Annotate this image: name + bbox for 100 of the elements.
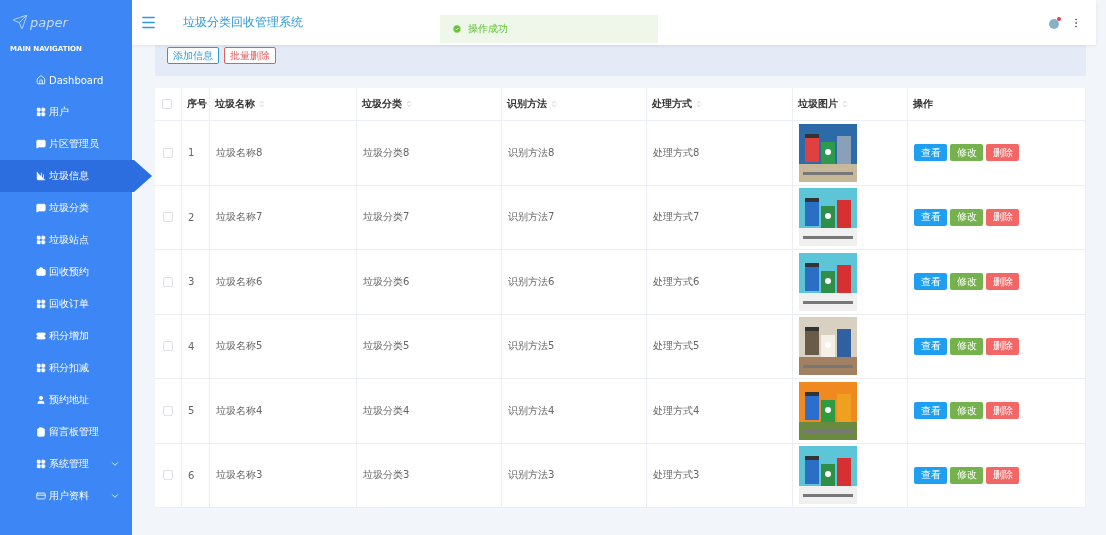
card-icon bbox=[36, 491, 46, 501]
delete-button[interactable]: 删除 bbox=[986, 466, 1019, 484]
table-cell: 2 bbox=[188, 211, 195, 223]
grid-icon bbox=[36, 235, 46, 245]
batch-delete-button[interactable]: 批量删除 bbox=[224, 47, 276, 64]
logo-text: paper bbox=[30, 14, 68, 30]
sidebar-item[interactable]: 垃圾站点 bbox=[0, 224, 132, 256]
column-header[interactable]: 垃圾分类 bbox=[362, 97, 402, 111]
column-header[interactable]: 垃圾图片 bbox=[798, 97, 838, 111]
sidebar-item[interactable]: 用户资料 bbox=[0, 480, 132, 512]
sidebar-item[interactable]: 积分扣减 bbox=[0, 352, 132, 384]
table-cell: 6 bbox=[188, 469, 195, 481]
row-checkbox[interactable] bbox=[163, 341, 173, 352]
table-cell: 处理方式6 bbox=[653, 274, 700, 289]
table-cell: 处理方式3 bbox=[653, 468, 700, 483]
row-checkbox[interactable] bbox=[163, 470, 173, 481]
table-cell: 识别方法6 bbox=[508, 274, 555, 289]
sidebar-item[interactable]: 预约地址 bbox=[0, 384, 132, 416]
table-cell: 识别方法4 bbox=[508, 403, 555, 418]
row-checkbox[interactable] bbox=[163, 276, 173, 287]
sort-icon[interactable] bbox=[405, 100, 413, 108]
table-cell: 垃圾分类4 bbox=[363, 403, 410, 418]
table-cell: 垃圾名称3 bbox=[216, 468, 263, 483]
ticket-icon bbox=[36, 331, 46, 341]
edit-button[interactable]: 修改 bbox=[950, 402, 983, 420]
table-cell: 识别方法7 bbox=[508, 210, 555, 225]
home-icon bbox=[36, 75, 46, 85]
view-button[interactable]: 查看 bbox=[914, 144, 947, 162]
table-cell: 垃圾名称8 bbox=[216, 145, 263, 160]
table-cell: 处理方式5 bbox=[653, 339, 700, 354]
chevron-icon bbox=[110, 491, 120, 501]
sidebar-item[interactable]: 回收订单 bbox=[0, 288, 132, 320]
chat-icon bbox=[36, 203, 46, 213]
table-cell: 处理方式8 bbox=[653, 145, 700, 160]
edit-button[interactable]: 修改 bbox=[950, 144, 983, 162]
table-cell: 识别方法5 bbox=[508, 339, 555, 354]
delete-button[interactable]: 删除 bbox=[986, 144, 1019, 162]
chat-icon bbox=[36, 139, 46, 149]
add-button[interactable]: 添加信息 bbox=[167, 47, 219, 64]
view-button[interactable]: 查看 bbox=[914, 337, 947, 355]
row-checkbox[interactable] bbox=[163, 405, 173, 416]
table-cell: 垃圾名称5 bbox=[216, 339, 263, 354]
column-header: 操作 bbox=[913, 97, 933, 111]
sidebar-item[interactable]: Dashboard bbox=[0, 64, 132, 96]
grid-icon bbox=[36, 459, 46, 469]
sidebar-item[interactable]: 系统管理 bbox=[0, 448, 132, 480]
sidebar-item[interactable]: 留言板管理 bbox=[0, 416, 132, 448]
edit-button[interactable]: 修改 bbox=[950, 466, 983, 484]
table-cell: 垃圾分类8 bbox=[363, 145, 410, 160]
table-cell: 垃圾分类5 bbox=[363, 339, 410, 354]
table-cell: 垃圾分类6 bbox=[363, 274, 410, 289]
view-button[interactable]: 查看 bbox=[914, 466, 947, 484]
column-header[interactable]: 处理方式 bbox=[652, 97, 692, 111]
select-all-checkbox[interactable] bbox=[162, 99, 172, 109]
toast-message: 操作成功 bbox=[468, 22, 508, 36]
edit-button[interactable]: 修改 bbox=[950, 273, 983, 291]
sort-icon[interactable] bbox=[841, 100, 849, 108]
table-cell: 垃圾分类7 bbox=[363, 210, 410, 225]
delete-button[interactable]: 删除 bbox=[986, 337, 1019, 355]
table-cell: 3 bbox=[188, 276, 195, 288]
table-cell: 识别方法8 bbox=[508, 145, 555, 160]
table-cell: 识别方法3 bbox=[508, 468, 555, 483]
table-cell: 4 bbox=[188, 340, 195, 352]
sort-icon[interactable] bbox=[258, 100, 266, 108]
sidebar-item[interactable]: 回收预约 bbox=[0, 256, 132, 288]
table-cell: 垃圾名称7 bbox=[216, 210, 263, 225]
sidebar-item[interactable]: 垃圾信息 bbox=[0, 160, 152, 192]
grid-icon bbox=[36, 299, 46, 309]
row-checkbox[interactable] bbox=[163, 147, 173, 158]
user-icon bbox=[36, 395, 46, 405]
sidebar-item[interactable]: 积分增加 bbox=[0, 320, 132, 352]
table-cell: 处理方式7 bbox=[653, 210, 700, 225]
app-title: 垃圾分类回收管理系统 bbox=[183, 14, 303, 31]
table-cell: 5 bbox=[188, 405, 195, 417]
table-cell: 垃圾名称4 bbox=[216, 403, 263, 418]
edit-button[interactable]: 修改 bbox=[950, 208, 983, 226]
view-button[interactable]: 查看 bbox=[914, 402, 947, 420]
edit-button[interactable]: 修改 bbox=[950, 337, 983, 355]
column-header[interactable]: 识别方法 bbox=[507, 97, 547, 111]
menu-icon[interactable] bbox=[140, 14, 157, 31]
table-cell: 1 bbox=[188, 147, 195, 159]
check-icon bbox=[452, 24, 462, 34]
paper-plane-icon bbox=[12, 14, 28, 30]
delete-button[interactable]: 删除 bbox=[986, 273, 1019, 291]
column-header[interactable]: 垃圾名称 bbox=[215, 97, 255, 111]
sort-icon[interactable] bbox=[550, 100, 558, 108]
delete-button[interactable]: 删除 bbox=[986, 402, 1019, 420]
view-button[interactable]: 查看 bbox=[914, 273, 947, 291]
chevron-icon bbox=[110, 459, 120, 469]
delete-button[interactable]: 删除 bbox=[986, 208, 1019, 226]
table-cell: 垃圾名称6 bbox=[216, 274, 263, 289]
sidebar-item[interactable]: 用户 bbox=[0, 96, 132, 128]
sidebar-item[interactable]: 片区管理员 bbox=[0, 128, 132, 160]
grid-icon bbox=[36, 363, 46, 373]
sort-icon[interactable] bbox=[695, 100, 703, 108]
avatar-icon[interactable] bbox=[1048, 15, 1062, 30]
grid-icon bbox=[36, 107, 46, 117]
view-button[interactable]: 查看 bbox=[914, 208, 947, 226]
sidebar-item[interactable]: 垃圾分类 bbox=[0, 192, 132, 224]
row-checkbox[interactable] bbox=[163, 212, 173, 223]
